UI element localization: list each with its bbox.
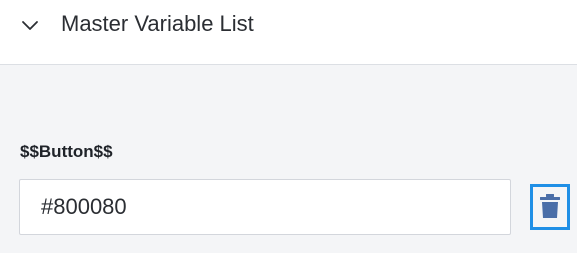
section-header[interactable]: Master Variable List	[0, 0, 577, 65]
variable-list-body: $$Button$$	[0, 65, 577, 253]
delete-variable-button[interactable]	[530, 184, 570, 230]
variable-name-label: $$Button$$	[20, 142, 113, 161]
section-title: Master Variable List	[61, 11, 254, 36]
chevron-down-icon[interactable]	[21, 17, 39, 35]
variable-value-input[interactable]	[19, 179, 511, 235]
trash-icon	[539, 193, 561, 222]
